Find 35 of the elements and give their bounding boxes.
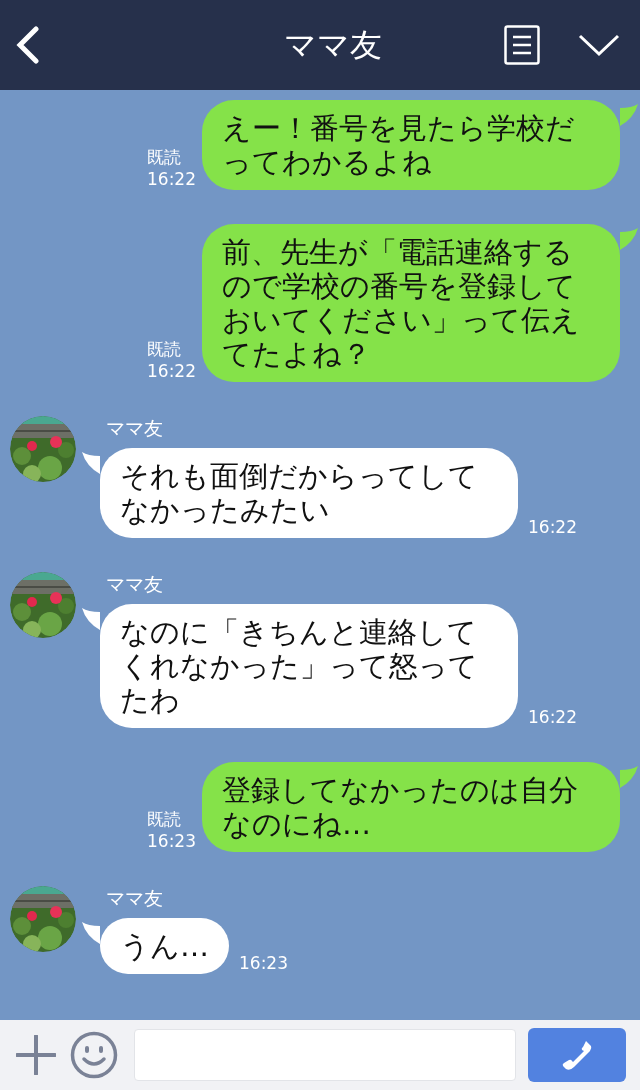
- chat-title: ママ友: [283, 25, 383, 66]
- bubble-tail: [620, 104, 638, 126]
- smiley-icon: [70, 1031, 118, 1079]
- message-time: 16:23: [239, 952, 288, 974]
- message-bubble: 前、先生が「電話連絡するので学校の番号を登録しておいてください」って伝えてたよね？: [202, 224, 620, 382]
- phone-icon: [560, 1038, 594, 1072]
- bubble-tail: [82, 608, 100, 630]
- message-bubble: えー！番号を見たら学校だってわかるよね: [202, 100, 620, 190]
- read-receipt: 既読: [147, 146, 181, 168]
- chevron-down-icon: [578, 33, 620, 57]
- sender-name: ママ友: [106, 572, 164, 596]
- message-bubble: うん…: [100, 918, 229, 974]
- message-input[interactable]: [134, 1029, 516, 1081]
- add-button[interactable]: [14, 1033, 58, 1077]
- read-receipt: 既読: [147, 808, 181, 830]
- message-time: 16:22: [528, 706, 577, 728]
- message-bubble: それも面倒だからってしてなかったみたい: [100, 448, 518, 538]
- back-icon: [14, 26, 40, 64]
- sender-name: ママ友: [106, 416, 164, 440]
- bubble-tail: [620, 228, 638, 250]
- notes-icon: [504, 25, 540, 65]
- message-time: 16:22: [528, 516, 577, 538]
- message-time: 16:22: [147, 168, 196, 190]
- plus-icon: [16, 1035, 56, 1075]
- message-time: 16:22: [147, 360, 196, 382]
- message-time: 16:23: [147, 830, 196, 852]
- bubble-tail: [82, 452, 100, 474]
- bubble-tail: [620, 766, 638, 788]
- sender-name: ママ友: [106, 886, 164, 910]
- call-button[interactable]: [528, 1028, 626, 1082]
- emoji-button[interactable]: [70, 1031, 118, 1079]
- bubble-tail: [82, 922, 100, 944]
- message-bubble: 登録してなかったのは自分なのにね…: [202, 762, 620, 852]
- read-receipt: 既読: [147, 338, 181, 360]
- message-bubble: なのに「きちんと連絡してくれなかった」って怒ってたわ: [100, 604, 518, 728]
